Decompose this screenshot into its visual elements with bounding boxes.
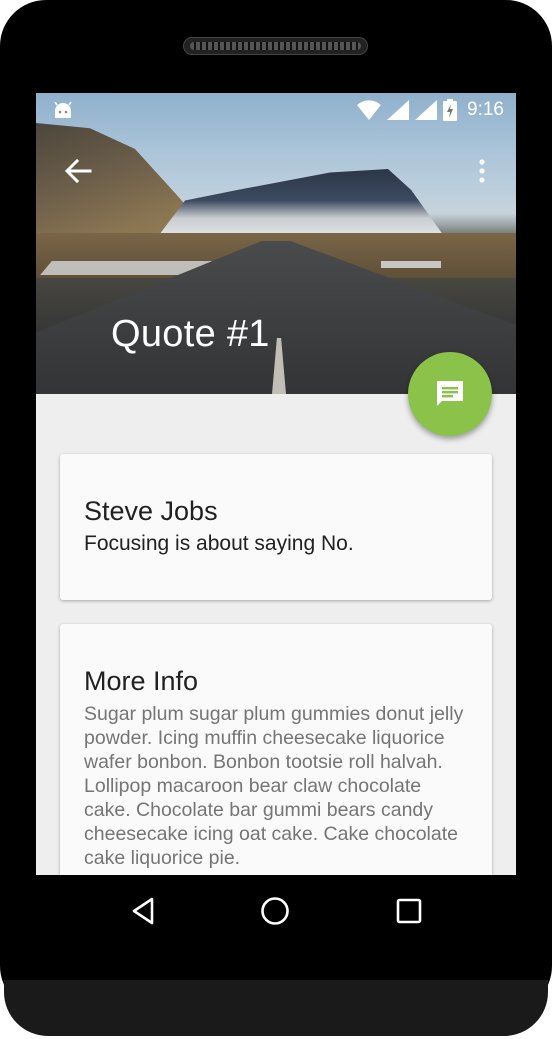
header-image [36, 93, 516, 394]
cell-signal-icon [387, 100, 410, 120]
phone-speaker [183, 37, 368, 55]
battery-icon [443, 99, 458, 121]
nav-back-icon[interactable] [128, 895, 160, 927]
quote-text: Focusing is about saying No. [84, 532, 354, 555]
phone-frame: 9:16 Quote #1 Steve Jobs Focusing is abo… [0, 0, 552, 1039]
page-title: Quote #1 [111, 313, 270, 355]
navigation-bar [36, 875, 516, 945]
app-screen: 9:16 Quote #1 Steve Jobs Focusing is abo… [36, 93, 516, 875]
more-vert-icon[interactable] [474, 157, 490, 187]
message-icon [437, 381, 463, 406]
status-bar: 9:16 [36, 93, 516, 127]
info-title: More Info [84, 666, 199, 696]
phone-chin [4, 980, 548, 1036]
message-fab-button[interactable] [408, 352, 492, 436]
quote-author: Steve Jobs [84, 496, 218, 526]
quote-card: Steve Jobs Focusing is about saying No. [60, 454, 492, 600]
info-body: Sugar plum sugar plum gummies donut jell… [84, 703, 464, 869]
nav-recents-icon[interactable] [393, 895, 425, 927]
nav-home-icon[interactable] [259, 895, 291, 927]
wifi-icon [357, 100, 382, 120]
info-card: More Info Sugar plum sugar plum gummies … [60, 624, 492, 875]
android-icon [54, 102, 72, 118]
cell-signal-icon [415, 100, 438, 120]
status-time: 9:16 [467, 99, 504, 120]
back-arrow-icon[interactable] [64, 157, 92, 185]
